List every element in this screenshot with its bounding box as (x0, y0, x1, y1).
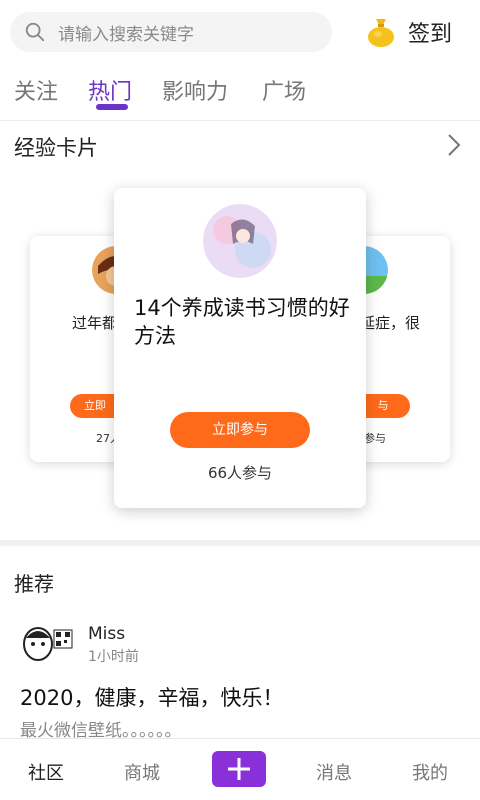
tab-hot[interactable]: 热门 (88, 74, 132, 106)
post-time: 1小时前 (88, 649, 139, 665)
signin-label: 签到 (408, 22, 453, 47)
signin-button[interactable]: 签到 (364, 12, 452, 52)
participant-count: 参与 (364, 432, 386, 445)
nav-mall[interactable]: 商城 (124, 759, 160, 785)
money-bag-icon (368, 19, 394, 47)
tab-influence[interactable]: 影响力 (162, 74, 228, 106)
create-post-button[interactable] (212, 751, 266, 787)
post-username[interactable]: Miss (88, 624, 125, 644)
tab-bar: 关注 热门 影响力 广场 (0, 70, 480, 116)
tab-follow[interactable]: 关注 (14, 74, 58, 106)
nav-community[interactable]: 社区 (28, 759, 64, 785)
card-title: 14个养成读书习惯的好方法 (134, 296, 350, 348)
tab-square[interactable]: 广场 (262, 74, 306, 106)
plus-icon (228, 758, 250, 780)
search-icon (25, 22, 45, 42)
nav-profile[interactable]: 我的 (412, 759, 448, 785)
card-text: 过年都 (72, 314, 118, 332)
experience-card-main[interactable]: 14个养成读书习惯的好方法 立即参与 66人参与 (114, 188, 366, 508)
active-tab-indicator (96, 104, 128, 110)
chevron-right-icon[interactable] (444, 132, 464, 158)
participant-count: 66人参与 (207, 464, 273, 482)
user-avatar[interactable] (20, 624, 76, 672)
tabs-divider (0, 120, 480, 121)
bottom-nav: 社区 商城 消息 我的 (0, 738, 480, 800)
nav-messages[interactable]: 消息 (316, 759, 352, 785)
join-button[interactable]: 立即参与 (170, 412, 310, 448)
header: 请输入搜索关键字 签到 (0, 0, 480, 64)
card-avatar (203, 204, 277, 278)
section-divider (0, 540, 480, 546)
post-title[interactable]: 2020，健康，辛福，快乐！ (20, 682, 283, 712)
recommend-title: 推荐 (14, 572, 54, 596)
search-bar[interactable]: 请输入搜索关键字 (10, 12, 332, 52)
card-text: 延症，很 (360, 314, 421, 332)
section-title: 经验卡片 (14, 136, 98, 160)
search-placeholder: 请输入搜索关键字 (58, 24, 194, 45)
